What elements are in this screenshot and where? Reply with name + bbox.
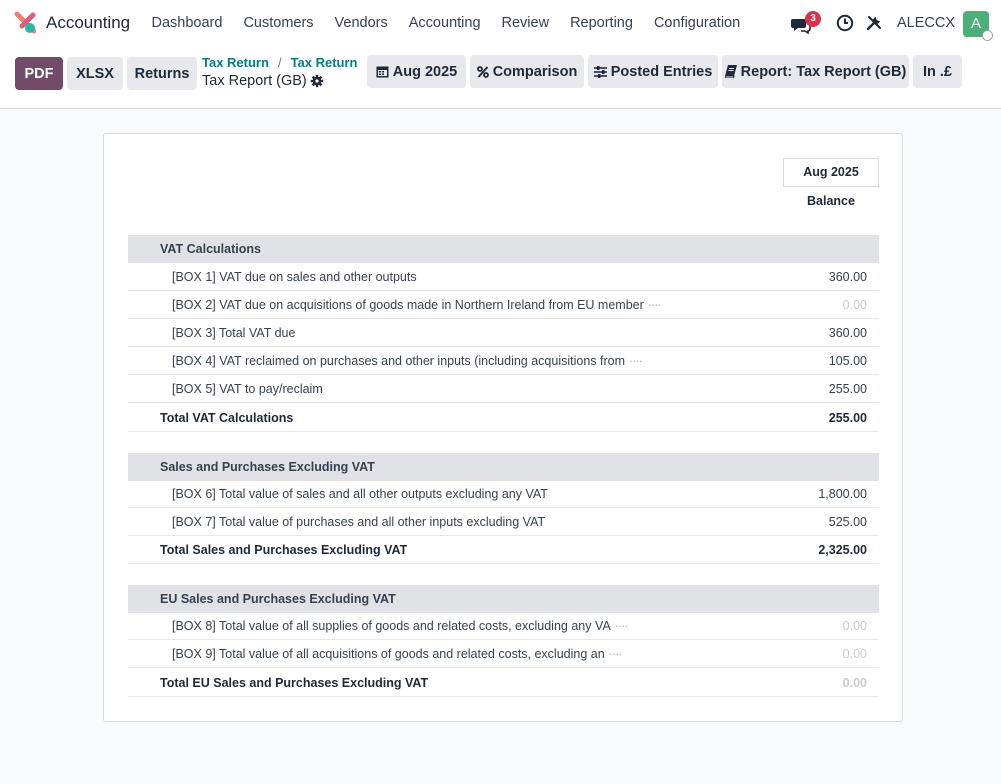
total-label: Total VAT Calculations — [160, 411, 294, 425]
avatar-letter: A — [970, 15, 981, 32]
line-value: 255.00 — [828, 382, 867, 396]
breadcrumb-tax-return-1[interactable]: Tax Return — [202, 55, 269, 70]
section-eu-sales-purchases-excluding-vat[interactable]: EU Sales and Purchases Excluding VAT — [128, 585, 879, 613]
posted-entries-label: Posted Entries — [610, 63, 713, 80]
book-icon — [724, 65, 737, 78]
line-label: [BOX 3] Total VAT due — [172, 326, 296, 340]
section-vat-calculations[interactable]: VAT Calculations — [128, 235, 879, 263]
total-value: 255.00 — [828, 411, 867, 425]
app-name[interactable]: Accounting — [46, 13, 130, 33]
period-column-header[interactable]: Aug 2025 — [783, 158, 879, 187]
accounting-app-icon[interactable] — [14, 12, 36, 34]
user-avatar[interactable]: A — [963, 11, 993, 41]
gear-icon[interactable] — [310, 74, 324, 88]
pdf-button[interactable]: PDF — [15, 57, 63, 90]
report-line-box-4[interactable]: [BOX 4] VAT reclaimed on purchases and o… — [128, 347, 879, 375]
report-line-box-3[interactable]: [BOX 3] Total VAT due 360.00 — [128, 319, 879, 347]
total-value: 2,325.00 — [818, 543, 867, 557]
line-value: 1,800.00 — [818, 487, 867, 501]
total-label: Total Sales and Purchases Excluding VAT — [160, 543, 408, 557]
line-value: 0.00 — [842, 619, 867, 633]
line-value: 360.00 — [828, 326, 867, 340]
report-line-box-2[interactable]: [BOX 2] VAT due on acquisitions of goods… — [128, 291, 879, 319]
posted-entries-button[interactable]: Posted Entries — [588, 55, 718, 88]
activity-clock-icon[interactable] — [836, 14, 854, 32]
report-line-box-7[interactable]: [BOX 7] Total value of purchases and all… — [128, 508, 879, 536]
menu-review[interactable]: Review — [491, 15, 560, 31]
balance-column-header: Balance — [807, 194, 855, 208]
period-label: Aug 2025 — [392, 63, 458, 80]
report-line-box-1[interactable]: [BOX 1] VAT due on sales and other outpu… — [128, 263, 879, 291]
report-line-box-6[interactable]: [BOX 6] Total value of sales and all oth… — [128, 480, 879, 508]
message-count-badge: 3 — [805, 11, 821, 27]
menu-customers[interactable]: Customers — [233, 15, 324, 31]
messages-button[interactable]: 3 — [791, 11, 821, 34]
percent-icon — [476, 65, 489, 78]
total-sales-purchases-row: Total Sales and Purchases Excluding VAT … — [128, 536, 879, 564]
report-variant-label: Report: Tax Report (GB) — [740, 63, 907, 80]
line-value: 105.00 — [828, 354, 867, 368]
line-value: 0.00 — [842, 647, 867, 661]
xlsx-button[interactable]: XLSX — [67, 57, 123, 90]
control-panel: PDF XLSX Returns Tax Return / Tax Return… — [0, 46, 1001, 109]
comparison-label: Comparison — [492, 63, 578, 80]
truncation-ellipsis[interactable]: ···· — [609, 647, 623, 661]
line-value: 0.00 — [842, 298, 867, 312]
line-label: [BOX 8] Total value of all supplies of g… — [172, 619, 629, 633]
top-navbar: Accounting Dashboard Customers Vendors A… — [0, 0, 1001, 46]
period-filter-button[interactable]: Aug 2025 — [367, 55, 466, 88]
breadcrumb: Tax Return / Tax Return — [202, 55, 358, 70]
report-line-box-9[interactable]: [BOX 9] Total value of all acquisitions … — [128, 640, 879, 668]
line-value: 360.00 — [828, 270, 867, 284]
line-label: [BOX 5] VAT to pay/reclaim — [172, 382, 323, 396]
menu-reporting[interactable]: Reporting — [560, 15, 644, 31]
report-line-box-8[interactable]: [BOX 8] Total value of all supplies of g… — [128, 612, 879, 640]
total-label: Total EU Sales and Purchases Excluding V… — [160, 676, 429, 690]
breadcrumb-tax-return-2[interactable]: Tax Return — [291, 55, 358, 70]
calendar-icon — [376, 66, 389, 78]
line-label: [BOX 7] Total value of purchases and all… — [172, 515, 546, 529]
report-line-box-5[interactable]: [BOX 5] VAT to pay/reclaim 255.00 — [128, 375, 879, 403]
main-menu: Dashboard Customers Vendors Accounting R… — [141, 0, 751, 46]
line-value: 525.00 — [828, 515, 867, 529]
truncation-ellipsis[interactable]: ···· — [629, 354, 643, 368]
menu-dashboard[interactable]: Dashboard — [141, 15, 233, 31]
line-label: [BOX 1] VAT due on sales and other outpu… — [172, 270, 417, 284]
total-vat-calculations-row: Total VAT Calculations 255.00 — [128, 404, 879, 432]
total-eu-sales-purchases-row: Total EU Sales and Purchases Excluding V… — [128, 669, 879, 697]
truncation-ellipsis[interactable]: ···· — [615, 619, 629, 633]
currency-button[interactable]: In .£ — [913, 55, 962, 88]
total-value: 0.00 — [842, 676, 867, 690]
tax-report-card: Aug 2025 Balance VAT Calculations [BOX 1… — [103, 133, 903, 722]
debug-tools-icon[interactable] — [866, 15, 882, 31]
menu-configuration[interactable]: Configuration — [643, 15, 750, 31]
line-label: [BOX 2] VAT due on acquisitions of goods… — [172, 298, 662, 312]
truncation-ellipsis[interactable]: ···· — [648, 298, 662, 312]
company-switcher[interactable]: ALECCX — [897, 15, 955, 31]
breadcrumb-separator: / — [277, 55, 282, 70]
section-sales-purchases-excluding-vat[interactable]: Sales and Purchases Excluding VAT — [128, 453, 879, 481]
returns-button[interactable]: Returns — [127, 57, 197, 90]
line-label: [BOX 6] Total value of sales and all oth… — [172, 487, 548, 501]
page-title: Tax Report (GB) — [202, 73, 307, 89]
presence-status-icon — [982, 30, 993, 41]
sliders-icon — [593, 65, 607, 78]
line-label: [BOX 4] VAT reclaimed on purchases and o… — [172, 354, 643, 368]
report-variant-button[interactable]: Report: Tax Report (GB) — [722, 55, 909, 88]
menu-accounting[interactable]: Accounting — [398, 15, 491, 31]
menu-vendors[interactable]: Vendors — [324, 15, 398, 31]
comparison-button[interactable]: Comparison — [470, 55, 584, 88]
line-label: [BOX 9] Total value of all acquisitions … — [172, 647, 623, 661]
